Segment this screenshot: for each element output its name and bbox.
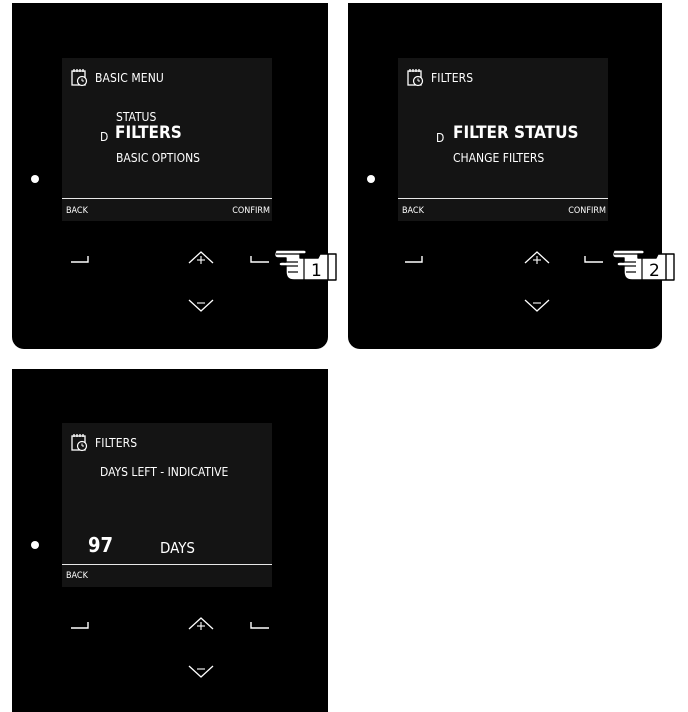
right-softkey-button[interactable] [584,255,604,263]
status-led [367,175,375,183]
left-softkey-icon [71,622,89,629]
down-minus-button[interactable] [524,297,550,313]
down-minus-icon [188,665,214,678]
calendar-clock-icon [406,68,426,88]
left-softkey-icon [71,256,89,263]
screen-title: BASIC MENU [95,71,164,85]
days-unit-label: DAYS [160,539,196,557]
step-number: 1 [311,261,322,281]
screen-header: FILTERS [70,433,137,453]
menu-item-filter-status[interactable]: FILTER STATUS [453,123,579,143]
left-softkey-button[interactable] [70,621,90,629]
softkey-divider [62,198,272,199]
up-plus-button[interactable] [524,250,550,266]
menu-item-change-filters[interactable]: CHANGE FILTERS [453,151,544,165]
left-softkey-button[interactable] [404,255,424,263]
step-number: 2 [649,261,660,281]
screen-header: BASIC MENU [70,68,164,88]
calendar-clock-icon [70,68,90,88]
left-softkey-icon [405,256,423,263]
right-softkey-icon [250,622,269,629]
right-softkey-icon [584,256,603,263]
right-softkey-button[interactable] [250,255,270,263]
down-minus-button[interactable] [188,297,214,313]
status-led [31,541,39,549]
screen-title: FILTERS [95,436,138,450]
back-softkey-label: BACK [402,206,424,216]
selection-cursor-icon: D [100,130,109,144]
menu-item-filters[interactable]: FILTERS [115,123,182,143]
left-softkey-button[interactable] [70,255,90,263]
screen-title: FILTERS [431,71,474,85]
calendar-clock-icon [70,433,90,453]
up-plus-icon [188,617,214,630]
pointing-hand-icon: 1 [273,236,344,286]
right-softkey-button[interactable] [250,621,270,629]
up-plus-button[interactable] [188,250,214,266]
pointing-hand-icon: 2 [611,236,682,286]
up-plus-icon [524,251,550,264]
softkey-divider [398,198,608,199]
menu-item-basic-options[interactable]: BASIC OPTIONS [116,151,200,165]
up-plus-icon [188,251,214,264]
back-softkey-label: BACK [66,571,88,581]
device-panel-basic-menu: BASIC MENU STATUS D FILTERS BASIC OPTION… [12,3,328,349]
screen-header: FILTERS [406,68,473,88]
days-left-subtitle: DAYS LEFT - INDICATIVE [100,465,229,479]
display-screen: FILTERS DAYS LEFT - INDICATIVE 97 DAYS B… [62,423,272,587]
confirm-softkey-label: CONFIRM [232,206,270,216]
confirm-softkey-label: CONFIRM [568,206,606,216]
down-minus-button[interactable] [188,663,214,679]
down-minus-icon [188,299,214,312]
right-softkey-icon [250,256,269,263]
back-softkey-label: BACK [66,206,88,216]
device-panel-filters: FILTERS D FILTER STATUS CHANGE FILTERS B… [348,3,662,349]
days-left-value: 97 [88,533,114,557]
up-plus-button[interactable] [188,616,214,632]
menu-item-status[interactable]: STATUS [116,110,156,124]
display-screen: FILTERS D FILTER STATUS CHANGE FILTERS B… [398,58,608,221]
softkey-divider [62,564,272,565]
display-screen: BASIC MENU STATUS D FILTERS BASIC OPTION… [62,58,272,221]
selection-cursor-icon: D [436,131,445,145]
down-minus-icon [524,299,550,312]
status-led [31,175,39,183]
device-panel-days-left: FILTERS DAYS LEFT - INDICATIVE 97 DAYS B… [12,369,328,712]
